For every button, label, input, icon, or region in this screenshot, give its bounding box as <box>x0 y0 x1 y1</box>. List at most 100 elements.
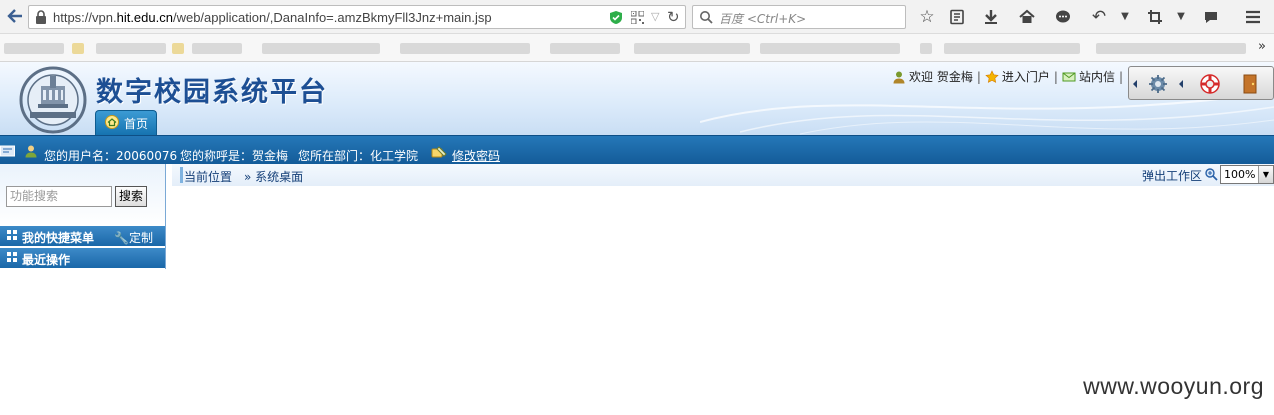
help-lifebuoy-icon[interactable] <box>1199 73 1221 95</box>
chevron-down-icon[interactable]: ▼ <box>1170 6 1192 28</box>
user-icon <box>25 145 37 158</box>
scroll-left-icon[interactable] <box>1131 73 1139 95</box>
popout-workspace-link[interactable]: 弹出工作区 <box>1142 167 1202 184</box>
tab-home-label: 首页 <box>124 117 149 131</box>
zoom-level-select[interactable]: 100% ▼ <box>1220 165 1274 184</box>
title-label: 您的称呼是：贺金梅 <box>180 147 288 164</box>
reading-list-icon[interactable] <box>946 6 968 28</box>
chevron-left-icon[interactable] <box>1177 73 1185 95</box>
bookmark-folder-icon[interactable] <box>72 43 84 54</box>
header-tool-panel <box>1128 66 1274 100</box>
zoom-in-icon[interactable] <box>1205 168 1218 181</box>
url-path: /web/application/,DanaInfo=.amzBkmyFll3J… <box>172 10 492 25</box>
quick-menu-label: 我的快捷菜单 <box>22 231 95 245</box>
function-search-input[interactable]: 功能搜索 <box>6 186 112 207</box>
bookmark-folder-icon[interactable] <box>172 43 184 54</box>
chat-icon[interactable] <box>1052 6 1074 28</box>
menu-icon[interactable] <box>1242 6 1264 28</box>
chevron-down-icon[interactable]: ▼ <box>1114 6 1136 28</box>
browser-toolbar: https://vpn.hit.edu.cn/web/application/,… <box>0 0 1274 34</box>
dropdown-triangle-icon[interactable]: ▽ <box>651 10 659 23</box>
qr-code-icon[interactable] <box>631 11 644 24</box>
chevron-down-icon[interactable]: ▼ <box>1258 166 1273 183</box>
back-icon[interactable] <box>5 7 25 27</box>
watermark: www.wooyun.org <box>1083 373 1264 399</box>
message-bubble-icon[interactable] <box>1200 6 1222 28</box>
grid-dots-icon <box>7 230 17 240</box>
url-domain: hit.edu.cn <box>116 10 173 25</box>
home-icon[interactable] <box>1016 6 1038 28</box>
content-breadcrumb-bar: 当前位置 » 系统桌面 弹出工作区 100% ▼ <box>172 164 1274 186</box>
username-label: 您的用户名：20060076 <box>44 147 177 164</box>
portal-link[interactable]: 进入门户 <box>1002 70 1050 84</box>
user-links: 欢迎 贺金梅 | 进入门户 | 站内信 | <box>892 68 1127 85</box>
undo-icon[interactable]: ↶ <box>1088 6 1110 28</box>
settings-gear-icon[interactable] <box>1147 73 1169 95</box>
message-link[interactable]: 站内信 <box>1079 70 1115 84</box>
logout-door-icon[interactable] <box>1239 73 1261 95</box>
edit-password-icon <box>431 146 447 158</box>
breadcrumb-label: 当前位置 <box>184 170 233 184</box>
bookmark-item[interactable] <box>944 43 1080 54</box>
browser-search-placeholder: 百度 <Ctrl+K> <box>719 12 807 26</box>
reload-icon[interactable]: ↻ <box>667 8 680 26</box>
site-header: 数字校园系统平台 首页 欢迎 贺金梅 | 进入门户 | 站内信 | <box>0 62 1274 135</box>
title-label-text: 您的称呼是： <box>180 149 253 163</box>
title-value: 贺金梅 <box>252 149 289 163</box>
url-text[interactable]: https://vpn.hit.edu.cn/web/application/,… <box>53 10 492 25</box>
welcome-text: 欢迎 <box>908 70 933 84</box>
bookmarks-bar: » <box>0 34 1274 62</box>
username-label-text: 您的用户名： <box>44 149 117 163</box>
bookmark-item[interactable] <box>400 43 530 54</box>
separator: | <box>1118 69 1123 84</box>
bookmark-item[interactable] <box>192 43 242 54</box>
bookmark-item[interactable] <box>920 43 932 54</box>
browser-search-input[interactable]: 百度 <Ctrl+K> <box>692 5 906 29</box>
search-icon <box>700 11 713 24</box>
grid-dots-icon <box>7 252 17 262</box>
bookmark-item[interactable] <box>1096 43 1246 54</box>
bookmark-item[interactable] <box>96 43 166 54</box>
star-icon <box>985 69 999 83</box>
customize-link[interactable]: 🔧定制 <box>114 229 153 246</box>
address-bar[interactable]: https://vpn.hit.edu.cn/web/application/,… <box>28 5 686 29</box>
bookmark-item[interactable] <box>634 43 750 54</box>
crop-icon[interactable] <box>1144 6 1166 28</box>
breadcrumb-marker <box>180 167 183 183</box>
left-sidebar: 功能搜索 搜索 我的快捷菜单 🔧定制 最近操作 <box>0 164 166 269</box>
department-label-text: 您所在部门： <box>298 149 371 163</box>
user-icon <box>893 71 905 83</box>
username-value: 20060076 <box>116 149 178 163</box>
id-card-icon <box>0 145 15 157</box>
lock-icon <box>36 10 46 24</box>
separator: | <box>1053 69 1058 84</box>
user-info-bar: 您的用户名：20060076 您的称呼是：贺金梅 您所在部门：化工学院 修改密码 <box>0 135 1274 164</box>
bookmarks-overflow-icon[interactable]: » <box>1258 39 1266 54</box>
mail-icon <box>1062 72 1076 81</box>
bookmark-item[interactable] <box>760 43 900 54</box>
customize-label: 定制 <box>128 231 153 245</box>
site-title: 数字校园系统平台 <box>96 77 328 108</box>
zoom-level-value: 100% <box>1224 168 1256 181</box>
recent-actions-label: 最近操作 <box>22 253 71 267</box>
function-search-button[interactable]: 搜索 <box>115 186 147 207</box>
department-label: 您所在部门：化工学院 <box>298 147 418 164</box>
recent-actions-header[interactable]: 最近操作 <box>0 248 165 268</box>
breadcrumb-current[interactable]: » 系统桌面 <box>244 168 303 185</box>
department-value: 化工学院 <box>370 149 419 163</box>
bookmark-item[interactable] <box>550 43 620 54</box>
bookmark-item[interactable] <box>262 43 380 54</box>
function-search-panel: 功能搜索 搜索 <box>0 164 165 226</box>
tab-home[interactable]: 首页 <box>95 110 157 135</box>
url-prefix: https://vpn. <box>53 10 117 25</box>
quick-menu-header[interactable]: 我的快捷菜单 🔧定制 <box>0 226 165 246</box>
bookmark-item[interactable] <box>4 43 64 54</box>
separator: | <box>976 69 981 84</box>
shield-icon[interactable] <box>609 10 623 25</box>
university-seal-logo <box>19 66 87 134</box>
download-icon[interactable] <box>980 6 1002 28</box>
user-name: 贺金梅 <box>936 70 973 84</box>
change-password-link[interactable]: 修改密码 <box>452 147 500 164</box>
bookmark-star-icon[interactable]: ☆ <box>916 6 938 28</box>
home-icon <box>105 115 119 129</box>
